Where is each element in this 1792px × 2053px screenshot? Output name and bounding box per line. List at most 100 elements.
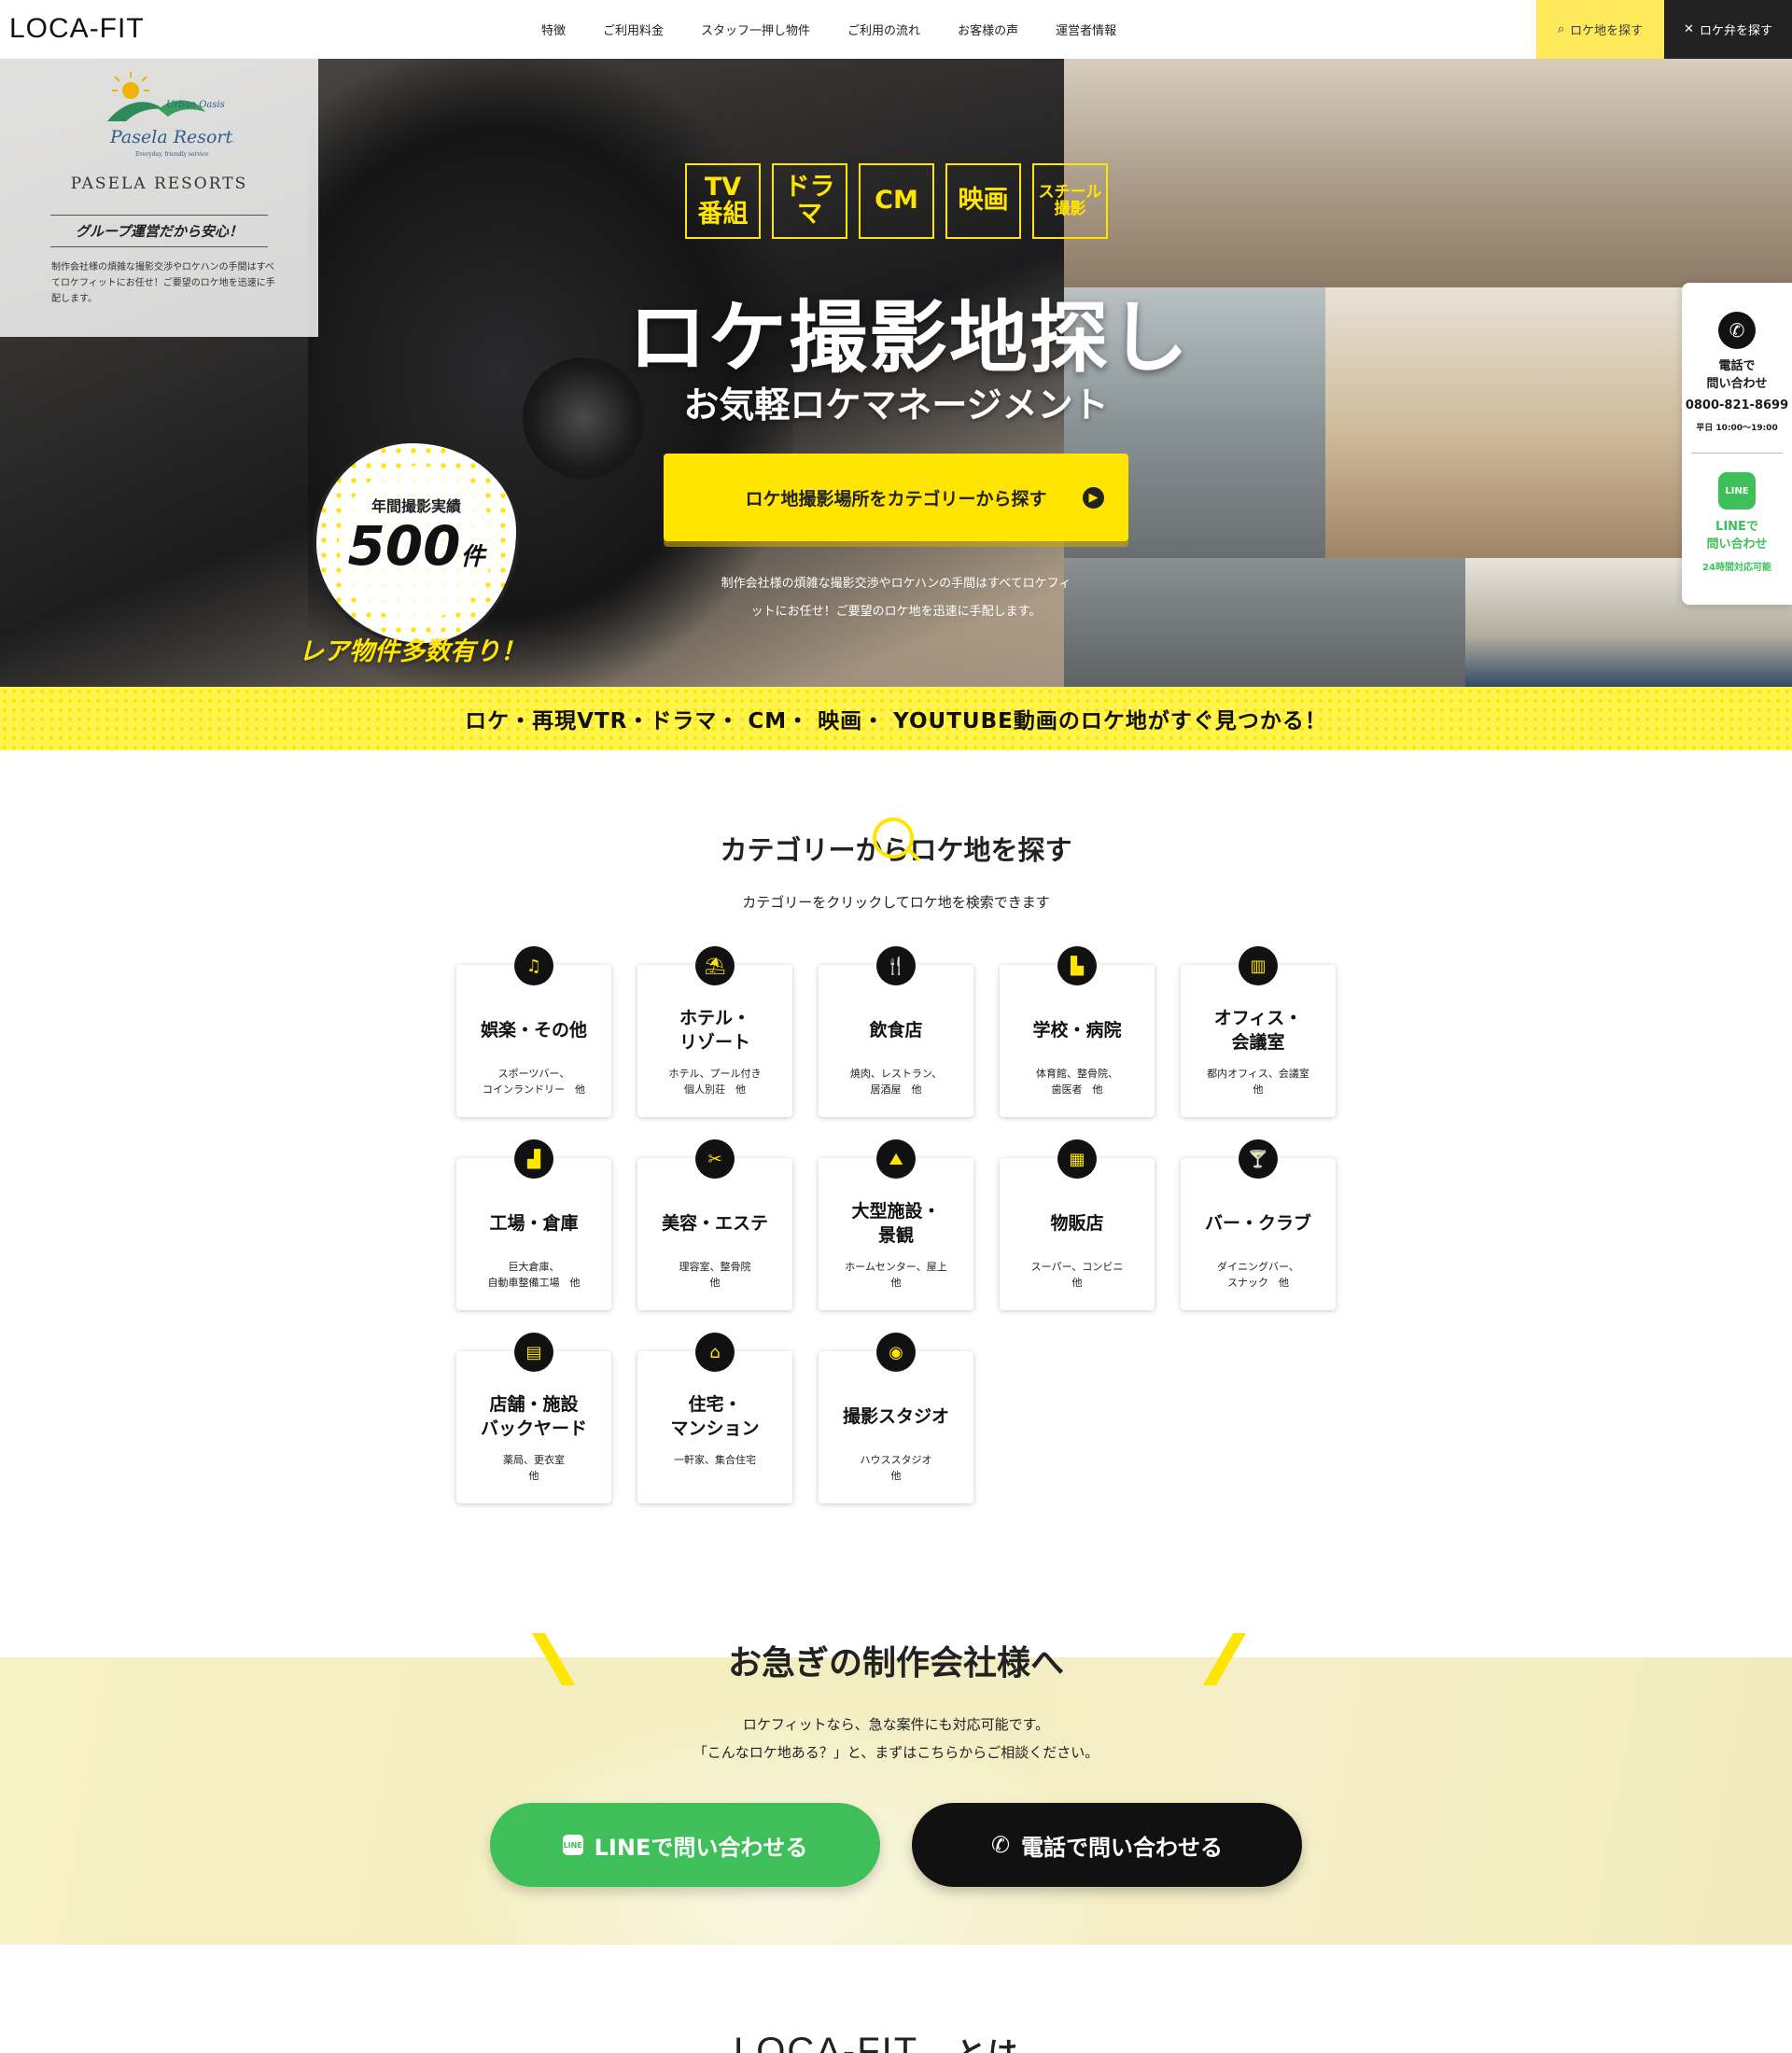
- svg-text:Everyday, friendly service: Everyday, friendly service: [135, 151, 209, 158]
- phone-icon[interactable]: ✆: [1718, 312, 1756, 349]
- category-name: 物販店: [1050, 1213, 1104, 1234]
- category-title: カテゴリーからロケ地を探す: [0, 817, 1792, 868]
- category-card[interactable]: ▦ 物販店 スーパー、コンビニ 他: [1000, 1139, 1155, 1310]
- category-card[interactable]: 🍴 飲食店 焼肉、レストラン、 居酒屋 他: [819, 946, 973, 1117]
- side-contact: ✆ 電話で 問い合わせ 0800-821-8699 平日 10:00〜19:00…: [1682, 283, 1792, 605]
- category-examples: スポーツバー、 コインランドリー 他: [483, 1068, 585, 1096]
- nav-voices[interactable]: お客様の声: [958, 21, 1018, 38]
- urgent-section: [0, 1657, 1792, 1945]
- nav-operator[interactable]: 運営者情報: [1056, 21, 1116, 38]
- school-icon: ▙: [1057, 946, 1097, 985]
- search-bento-label: ロケ弁を探す: [1699, 24, 1772, 38]
- urgent-title: お急ぎの制作会社様へ: [727, 1644, 1064, 1683]
- about-title: LOCA-FIT とは: [734, 2030, 1019, 2053]
- category-card[interactable]: ⌂ 住宅・ マンション一軒家、集合住宅: [637, 1333, 792, 1503]
- promo-band: ロケ・再現VTR・ドラマ・ CM・ 映画・ YOUTUBE動画のロケ地がすぐ見つ…: [0, 687, 1792, 750]
- category-examples: 体育館、整骨院、 歯医者 他: [1036, 1068, 1118, 1096]
- category-card[interactable]: ▥ オフィス・ 会議室都内オフィス、会議室 他: [1181, 946, 1336, 1117]
- utensils-icon: ✕: [1684, 22, 1694, 36]
- urgent-text-2: 「こんなロケ地ある？」と、まずはこちらからご相談ください。: [693, 1744, 1099, 1761]
- category-name: 工場・倉庫: [489, 1213, 579, 1234]
- category-card[interactable]: 🍸 バー・クラブ ダイニングバー、 スナック 他: [1181, 1139, 1336, 1310]
- bubble-count: 500: [347, 514, 461, 578]
- about-logo: LOCA-FIT: [734, 2031, 919, 2053]
- category-examples: 焼肉、レストラン、 居酒屋 他: [849, 1068, 943, 1096]
- category-card[interactable]: ♫ 娯楽・その他スポーツバー、 コインランドリー 他: [456, 946, 611, 1117]
- hero-subtitle: お気軽ロケマネージメント: [683, 384, 1109, 426]
- category-name: 大型施設・ 景観: [851, 1201, 941, 1246]
- category-card[interactable]: ▤ 店舗・施設 バックヤード 薬局、更衣室 他: [456, 1333, 611, 1503]
- category-name: 学校・病院: [1032, 1020, 1122, 1040]
- category-card[interactable]: ▙ 学校・病院体育館、整骨院、 歯医者 他: [1000, 946, 1155, 1117]
- line-contact-button[interactable]: LINE LINEで問い合わせる: [490, 1803, 880, 1887]
- global-nav: 特徴 ご利用料金 スタッフ一押し物件 ご利用の流れ お客様の声 運営者情報: [541, 0, 1116, 59]
- category-search-cta[interactable]: ロケ地撮影場所をカテゴリーから探す ▶: [664, 454, 1128, 541]
- tag-drama: ドラマ: [772, 163, 847, 239]
- side-line-label[interactable]: LINEで 問い合わせ: [1682, 518, 1792, 553]
- tag-movie: 映画: [945, 163, 1021, 239]
- site-logo[interactable]: LOCA-FIT: [9, 13, 145, 45]
- svg-text:Urban Oasis: Urban Oasis: [166, 100, 225, 110]
- category-name: 店舗・施設 バックヤード: [480, 1394, 587, 1439]
- search-location-label: ロケ地を探す: [1570, 24, 1644, 38]
- search-location-button[interactable]: ⌕ ロケ地を探す: [1536, 0, 1664, 59]
- category-examples: ハウススタジオ 他: [860, 1454, 932, 1482]
- category-name: 娯楽・その他: [480, 1020, 587, 1040]
- category-examples: 都内オフィス、会議室 他: [1207, 1068, 1309, 1096]
- category-card[interactable]: ⛱ ホテル・ リゾート ホテル、プール付き 個人別荘 他: [637, 946, 792, 1117]
- rare-text: レア物件多数有り！: [299, 637, 525, 666]
- search-bento-button[interactable]: ✕ ロケ弁を探す: [1664, 0, 1792, 59]
- media-tags: TV 番組 ドラマ CM 映画 スチール 撮影: [685, 163, 1108, 239]
- tel-contact-button[interactable]: ✆ 電話で問い合わせる: [912, 1803, 1302, 1887]
- category-name: ホテル・ リゾート: [679, 1008, 750, 1053]
- side-tel-label[interactable]: 電話で 問い合わせ: [1682, 357, 1792, 393]
- magnifier-icon: [873, 817, 914, 859]
- category-name: 住宅・ マンション: [670, 1394, 760, 1439]
- tag-cm: CM: [859, 163, 934, 239]
- tag-still: スチール 撮影: [1032, 163, 1108, 239]
- music-icon: ♫: [514, 946, 553, 985]
- category-subtitle: カテゴリーをクリックしてロケ地を検索できます: [742, 894, 1050, 911]
- hero-title: ロケ撮影地探し: [627, 292, 1190, 384]
- phone-icon: ✆: [990, 1832, 1011, 1858]
- category-card[interactable]: ▟ 工場・倉庫巨大倉庫、 自動車整備工場 他: [456, 1139, 611, 1310]
- nav-staff-picks[interactable]: スタッフ一押し物件: [701, 21, 810, 38]
- tel-contact-label: 電話で問い合わせる: [1021, 1834, 1224, 1861]
- building-icon: ▥: [1239, 946, 1278, 985]
- category-examples: 一軒家、集合住宅: [674, 1454, 756, 1466]
- hero-desc: 制作会社様の煩雑な撮影交渉やロケハンの手間はすべてロケフィットにお任せ！ご要望の…: [721, 577, 1071, 619]
- bubble-unit: 件: [460, 543, 485, 571]
- line-icon[interactable]: LINE: [1718, 472, 1756, 510]
- nav-pricing[interactable]: ご利用料金: [603, 21, 664, 38]
- category-examples: 巨大倉庫、 自動車整備工場 他: [487, 1261, 581, 1289]
- category-name: 撮影スタジオ: [842, 1406, 949, 1427]
- line-contact-label: LINEで問い合わせる: [594, 1834, 808, 1861]
- side-tel-hours: 平日 10:00〜19:00: [1696, 424, 1778, 433]
- category-examples: 理容室、整骨院 他: [679, 1261, 751, 1289]
- category-name: 飲食店: [869, 1020, 923, 1040]
- record-bubble: 年間撮影実績 500件: [313, 440, 520, 647]
- category-examples: ダイニングバー、 スナック 他: [1217, 1261, 1299, 1289]
- svg-text:Pasela Resorts: Pasela Resorts: [109, 127, 233, 147]
- category-card[interactable]: ✂ 美容・エステ 理容室、整骨院 他: [637, 1139, 792, 1310]
- hero-photo-warehouse: [1064, 558, 1465, 687]
- line-icon: LINE: [562, 1835, 583, 1855]
- category-name: オフィス・ 会議室: [1213, 1008, 1303, 1053]
- nav-flow[interactable]: ご利用の流れ: [847, 21, 920, 38]
- category-card[interactable]: ⛰ 大型施設・ 景観ホームセンター、屋上 他: [819, 1139, 973, 1310]
- side-tel-number[interactable]: 0800-821-8699: [1682, 398, 1792, 412]
- nav-features[interactable]: 特徴: [541, 21, 566, 38]
- search-icon: ⌕: [1557, 22, 1565, 36]
- store-icon: ▦: [1057, 1139, 1097, 1179]
- landmark-icon: ⛰: [876, 1139, 916, 1179]
- factory-icon: ▟: [514, 1139, 553, 1179]
- category-examples: ホテル、プール付き 個人別荘 他: [668, 1068, 762, 1096]
- scissors-icon: ✂: [695, 1139, 735, 1179]
- category-examples: ホームセンター、屋上 他: [845, 1261, 947, 1289]
- side-line-hours: 24時間対応可能: [1702, 563, 1771, 573]
- about-suffix: とは: [956, 2035, 1020, 2053]
- category-card[interactable]: ◉ 撮影スタジオ ハウススタジオ 他: [819, 1333, 973, 1503]
- home-icon: ⌂: [695, 1333, 735, 1372]
- bubble-number: 500件: [313, 514, 520, 578]
- chevron-right-icon: ▶: [1083, 487, 1104, 509]
